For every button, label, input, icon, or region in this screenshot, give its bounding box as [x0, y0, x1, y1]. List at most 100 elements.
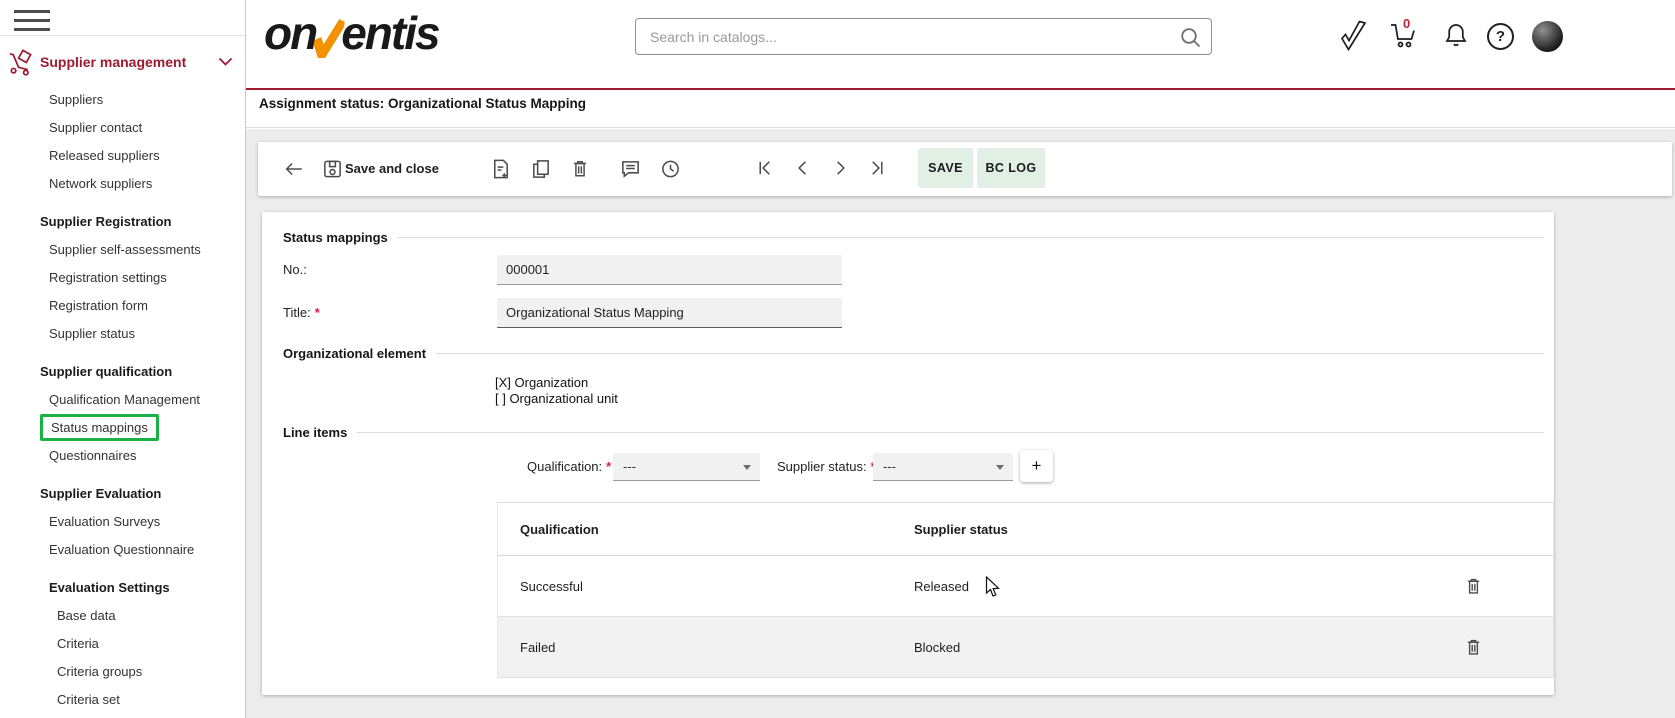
sidebar-group: SuppliersSupplier contactReleased suppli… [0, 86, 245, 198]
section-title: Organizational element [283, 346, 426, 361]
delete-row-button[interactable] [1464, 637, 1483, 657]
add-line-item-button[interactable]: + [1020, 450, 1053, 482]
title-label: Title:* [283, 305, 320, 320]
section-title: Line items [283, 425, 347, 440]
sidebar-item-suppliers[interactable]: Suppliers [0, 86, 245, 114]
table-row: Successful Released [498, 556, 1553, 617]
comment-icon[interactable] [620, 158, 641, 180]
cart-icon[interactable]: 0 [1387, 22, 1421, 50]
section-line-items: Line items [283, 425, 1544, 440]
cell-qualification: Failed [520, 617, 555, 678]
chevron-down-icon [218, 57, 233, 66]
sidebar-group: Supplier RegistrationSupplier self-asses… [0, 208, 245, 348]
cell-qualification: Successful [520, 556, 583, 617]
chevron-down-icon [996, 465, 1004, 474]
column-header-qualification: Qualification [520, 503, 599, 556]
copy-icon[interactable] [530, 158, 551, 180]
help-glyph: ? [1496, 28, 1505, 45]
sidebar-group: Supplier EvaluationEvaluation SurveysEva… [0, 480, 245, 564]
help-icon[interactable]: ? [1487, 23, 1514, 50]
supplier-status-select[interactable]: --- [873, 453, 1013, 481]
page-title: Assignment status: Organizational Status… [259, 96, 586, 111]
sidebar-group: Evaluation SettingsBase dataCriteriaCrit… [0, 574, 245, 714]
no-input[interactable] [497, 255, 842, 285]
logo-text-2: entis [341, 6, 438, 60]
save-icon[interactable] [322, 158, 343, 180]
section-title: Status mappings [283, 230, 388, 245]
onventis-logo[interactable]: on entis [264, 6, 439, 60]
catalog-search [635, 18, 1212, 55]
sidebar-section-supplier-evaluation: Supplier Evaluation [0, 480, 245, 508]
table-body: Successful ReleasedFailedBlocked [498, 556, 1553, 678]
sidebar-item-qualification-management[interactable]: Qualification Management [0, 386, 245, 414]
avatar[interactable] [1532, 21, 1563, 52]
sidebar-item-questionnaires[interactable]: Questionnaires [0, 442, 245, 470]
bc-log-button[interactable]: BC LOG [977, 148, 1045, 188]
required-asterisk: * [315, 305, 320, 320]
sidebar-item-evaluation-questionnaire[interactable]: Evaluation Questionnaire [0, 536, 245, 564]
sidebar-item-criteria[interactable]: Criteria [0, 630, 245, 658]
column-header-supplier-status: Supplier status [914, 503, 1008, 556]
sidebar-item-base-data[interactable]: Base data [0, 602, 245, 630]
toolbar: Save and close SAVE BC LOG [258, 142, 1672, 196]
save-and-close-button[interactable]: Save and close [345, 142, 439, 196]
delete-row-button[interactable] [1464, 576, 1483, 596]
sidebar-item-criteria-groups[interactable]: Criteria groups [0, 658, 245, 686]
cell-supplier-status: Released [914, 556, 969, 617]
sidebar-item-evaluation-surveys[interactable]: Evaluation Surveys [0, 508, 245, 536]
sidebar-item-supplier-contact[interactable]: Supplier contact [0, 114, 245, 142]
sidebar-item-registration-form[interactable]: Registration form [0, 292, 245, 320]
search-icon[interactable] [1179, 26, 1203, 50]
title-bar: Assignment status: Organizational Status… [246, 92, 1675, 128]
content-area: Save and close SAVE BC LOG [246, 129, 1675, 718]
sidebar-item-criteria-set[interactable]: Criteria set [0, 686, 245, 714]
supplier-status-label: Supplier status:* [777, 453, 876, 481]
status-mapping-form: Status mappings No.: Title:* Organizatio… [262, 212, 1554, 695]
table-header-row: Qualification Supplier status [498, 503, 1553, 556]
delete-icon[interactable] [570, 158, 590, 179]
history-icon[interactable] [660, 158, 681, 180]
chevron-down-icon [743, 465, 751, 474]
hamburger-menu-icon[interactable] [14, 10, 50, 30]
bell-icon[interactable] [1441, 21, 1471, 51]
sidebar-group: Supplier qualificationQualification Mana… [0, 358, 245, 470]
line-items-table: Qualification Supplier status Successful… [497, 502, 1554, 678]
next-page-icon[interactable] [831, 158, 850, 178]
title-input[interactable] [497, 298, 842, 328]
org-option-organizational-unit[interactable]: [ ] Organizational unit [495, 391, 618, 407]
first-page-icon[interactable] [755, 158, 774, 178]
sidebar-item-released-suppliers[interactable]: Released suppliers [0, 142, 245, 170]
checkmark-icon[interactable] [1338, 20, 1368, 52]
sidebar-highlight-box: Status mappings [40, 414, 159, 441]
sidebar-root-label: Supplier management [40, 54, 186, 70]
sidebar-item-status-mappings[interactable]: Status mappings [0, 414, 245, 442]
sidebar-section-supplier-qualification: Supplier qualification [0, 358, 245, 386]
qualification-selected-value: --- [623, 459, 636, 474]
sidebar-item-registration-settings[interactable]: Registration settings [0, 264, 245, 292]
sidebar-section-evaluation-settings: Evaluation Settings [0, 574, 245, 602]
org-option-organization[interactable]: [X] Organization [495, 375, 618, 391]
sidebar-item-supplier-management[interactable]: Supplier management [0, 47, 245, 79]
save-button[interactable]: SAVE [918, 148, 973, 188]
supplier-status-selected-value: --- [883, 459, 896, 474]
sidebar-item-supplier-status[interactable]: Supplier status [0, 320, 245, 348]
section-status-mappings: Status mappings [283, 230, 1544, 245]
sidebar: Supplier management SuppliersSupplier co… [0, 0, 246, 718]
section-organizational-element: Organizational element [283, 346, 1544, 361]
required-asterisk: * [606, 459, 611, 474]
sidebar-item-supplier-self-assessments[interactable]: Supplier self-assessments [0, 236, 245, 264]
cart-badge: 0 [1403, 16, 1410, 31]
new-document-icon[interactable] [490, 158, 511, 180]
prev-page-icon[interactable] [793, 158, 812, 178]
qualification-select[interactable]: --- [613, 453, 760, 481]
trash-icon [1464, 576, 1483, 596]
last-page-icon[interactable] [868, 158, 887, 178]
search-input[interactable] [636, 19, 1211, 54]
trash-icon [1464, 637, 1483, 657]
qualification-label: Qualification:* [527, 453, 611, 481]
table-row: FailedBlocked [498, 617, 1553, 678]
back-button[interactable] [282, 158, 305, 180]
no-label: No.: [283, 262, 307, 277]
organizational-element-options: [X] Organization [ ] Organizational unit [495, 375, 618, 407]
sidebar-item-network-suppliers[interactable]: Network suppliers [0, 170, 245, 198]
